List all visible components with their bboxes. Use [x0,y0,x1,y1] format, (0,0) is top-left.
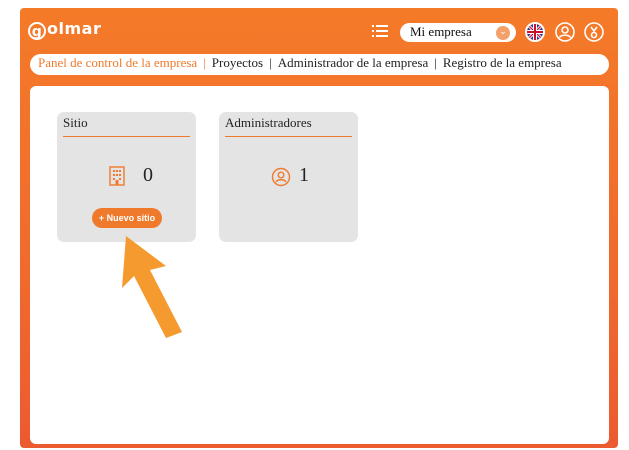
admins-card-title: Administradores [225,115,312,130]
app-frame: g olmar Mi empresa ⌄ Panel de control de… [20,8,618,448]
nav-separator: | [434,55,437,70]
new-site-button[interactable]: + Nuevo sitio [92,208,162,228]
sites-count: 0 [143,164,153,186]
sites-card-title: Sitio [63,115,88,130]
logo-mark: g [28,22,46,40]
uk-flag-icon[interactable] [525,22,545,42]
pointer-arrow-icon [110,236,190,346]
nav-item-company-registry[interactable]: Registro de la empresa [443,55,562,70]
admins-count: 1 [299,164,309,186]
nav-item-dashboard[interactable]: Panel de control de la empresa [38,55,197,70]
menu-list-icon[interactable] [372,24,388,37]
logout-icon[interactable] [583,21,605,43]
building-icon [109,166,125,191]
nav-separator: | [203,55,206,70]
golmar-logo[interactable]: g olmar [28,19,101,40]
nav-item-projects[interactable]: Proyectos [212,55,263,70]
sites-card[interactable]: Sitio 0 + Nuevo sitio [57,112,196,242]
company-nav: Panel de control de la empresa | Proyectos… [30,54,609,75]
company-select[interactable]: Mi empresa ⌄ [400,23,516,42]
card-divider [225,136,352,137]
user-circle-icon [271,167,291,192]
user-circle-icon[interactable] [554,21,576,43]
nav-separator: | [269,55,272,70]
admins-card[interactable]: Administradores 1 [219,112,358,242]
logo-text: olmar [47,19,102,38]
company-select-value: Mi empresa [410,24,472,39]
card-divider [63,136,190,137]
chevron-down-icon: ⌄ [496,26,510,40]
nav-item-company-admin[interactable]: Administrador de la empresa [278,55,429,70]
